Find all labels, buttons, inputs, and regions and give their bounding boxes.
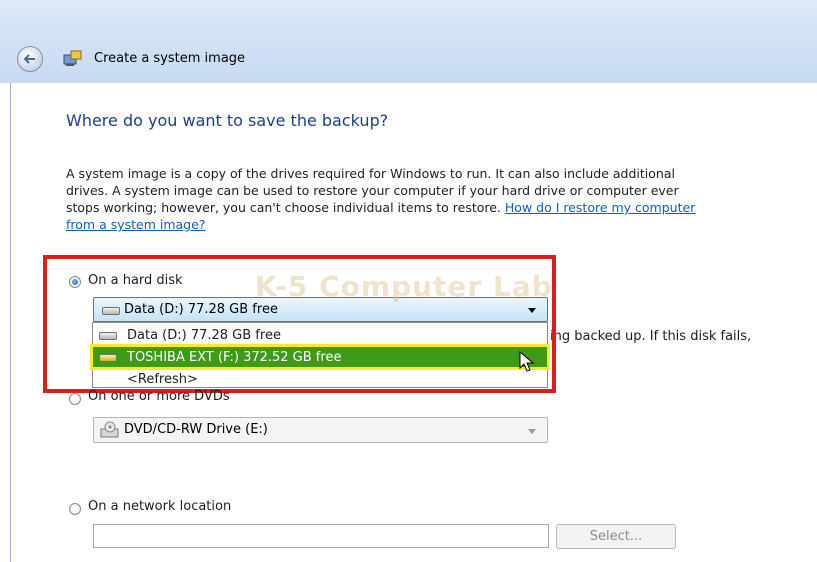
chevron-down-icon[interactable] <box>528 429 536 434</box>
page-heading: Where do you want to save the backup? <box>66 111 389 130</box>
annotation-highlight-box <box>43 255 556 393</box>
description-line-3: stops working; however, you can't choose… <box>66 200 505 215</box>
dvd-radio[interactable] <box>69 393 81 405</box>
dvd-dropdown[interactable]: DVD/CD-RW Drive (E:) <box>93 417 548 443</box>
dvd-selected: DVD/CD-RW Drive (E:) <box>124 422 268 437</box>
window-titlebar: Create a system image <box>0 0 817 83</box>
description-line-2: drives. A system image can be used to re… <box>66 183 679 198</box>
description-line-1: A system image is a copy of the drives r… <box>66 166 675 181</box>
back-arrow-icon <box>23 54 35 64</box>
dvd-label: On one or more DVDs <box>88 389 230 404</box>
dvd-drive-icon <box>100 421 119 438</box>
window-title: Create a system image <box>94 51 246 66</box>
hard-disk-warning-text: ing backed up. If this disk fails, <box>550 329 752 344</box>
network-label: On a network location <box>88 499 232 514</box>
network-location-input[interactable] <box>93 524 549 548</box>
restore-help-link-cont[interactable]: from a system image? <box>66 217 205 232</box>
network-radio[interactable] <box>69 503 81 515</box>
select-button[interactable]: Select... <box>556 524 676 549</box>
description-text: A system image is a copy of the drives r… <box>66 165 817 233</box>
backup-app-icon <box>63 50 82 66</box>
restore-help-link[interactable]: How do I restore my computer <box>505 200 695 215</box>
back-button[interactable] <box>17 46 43 72</box>
